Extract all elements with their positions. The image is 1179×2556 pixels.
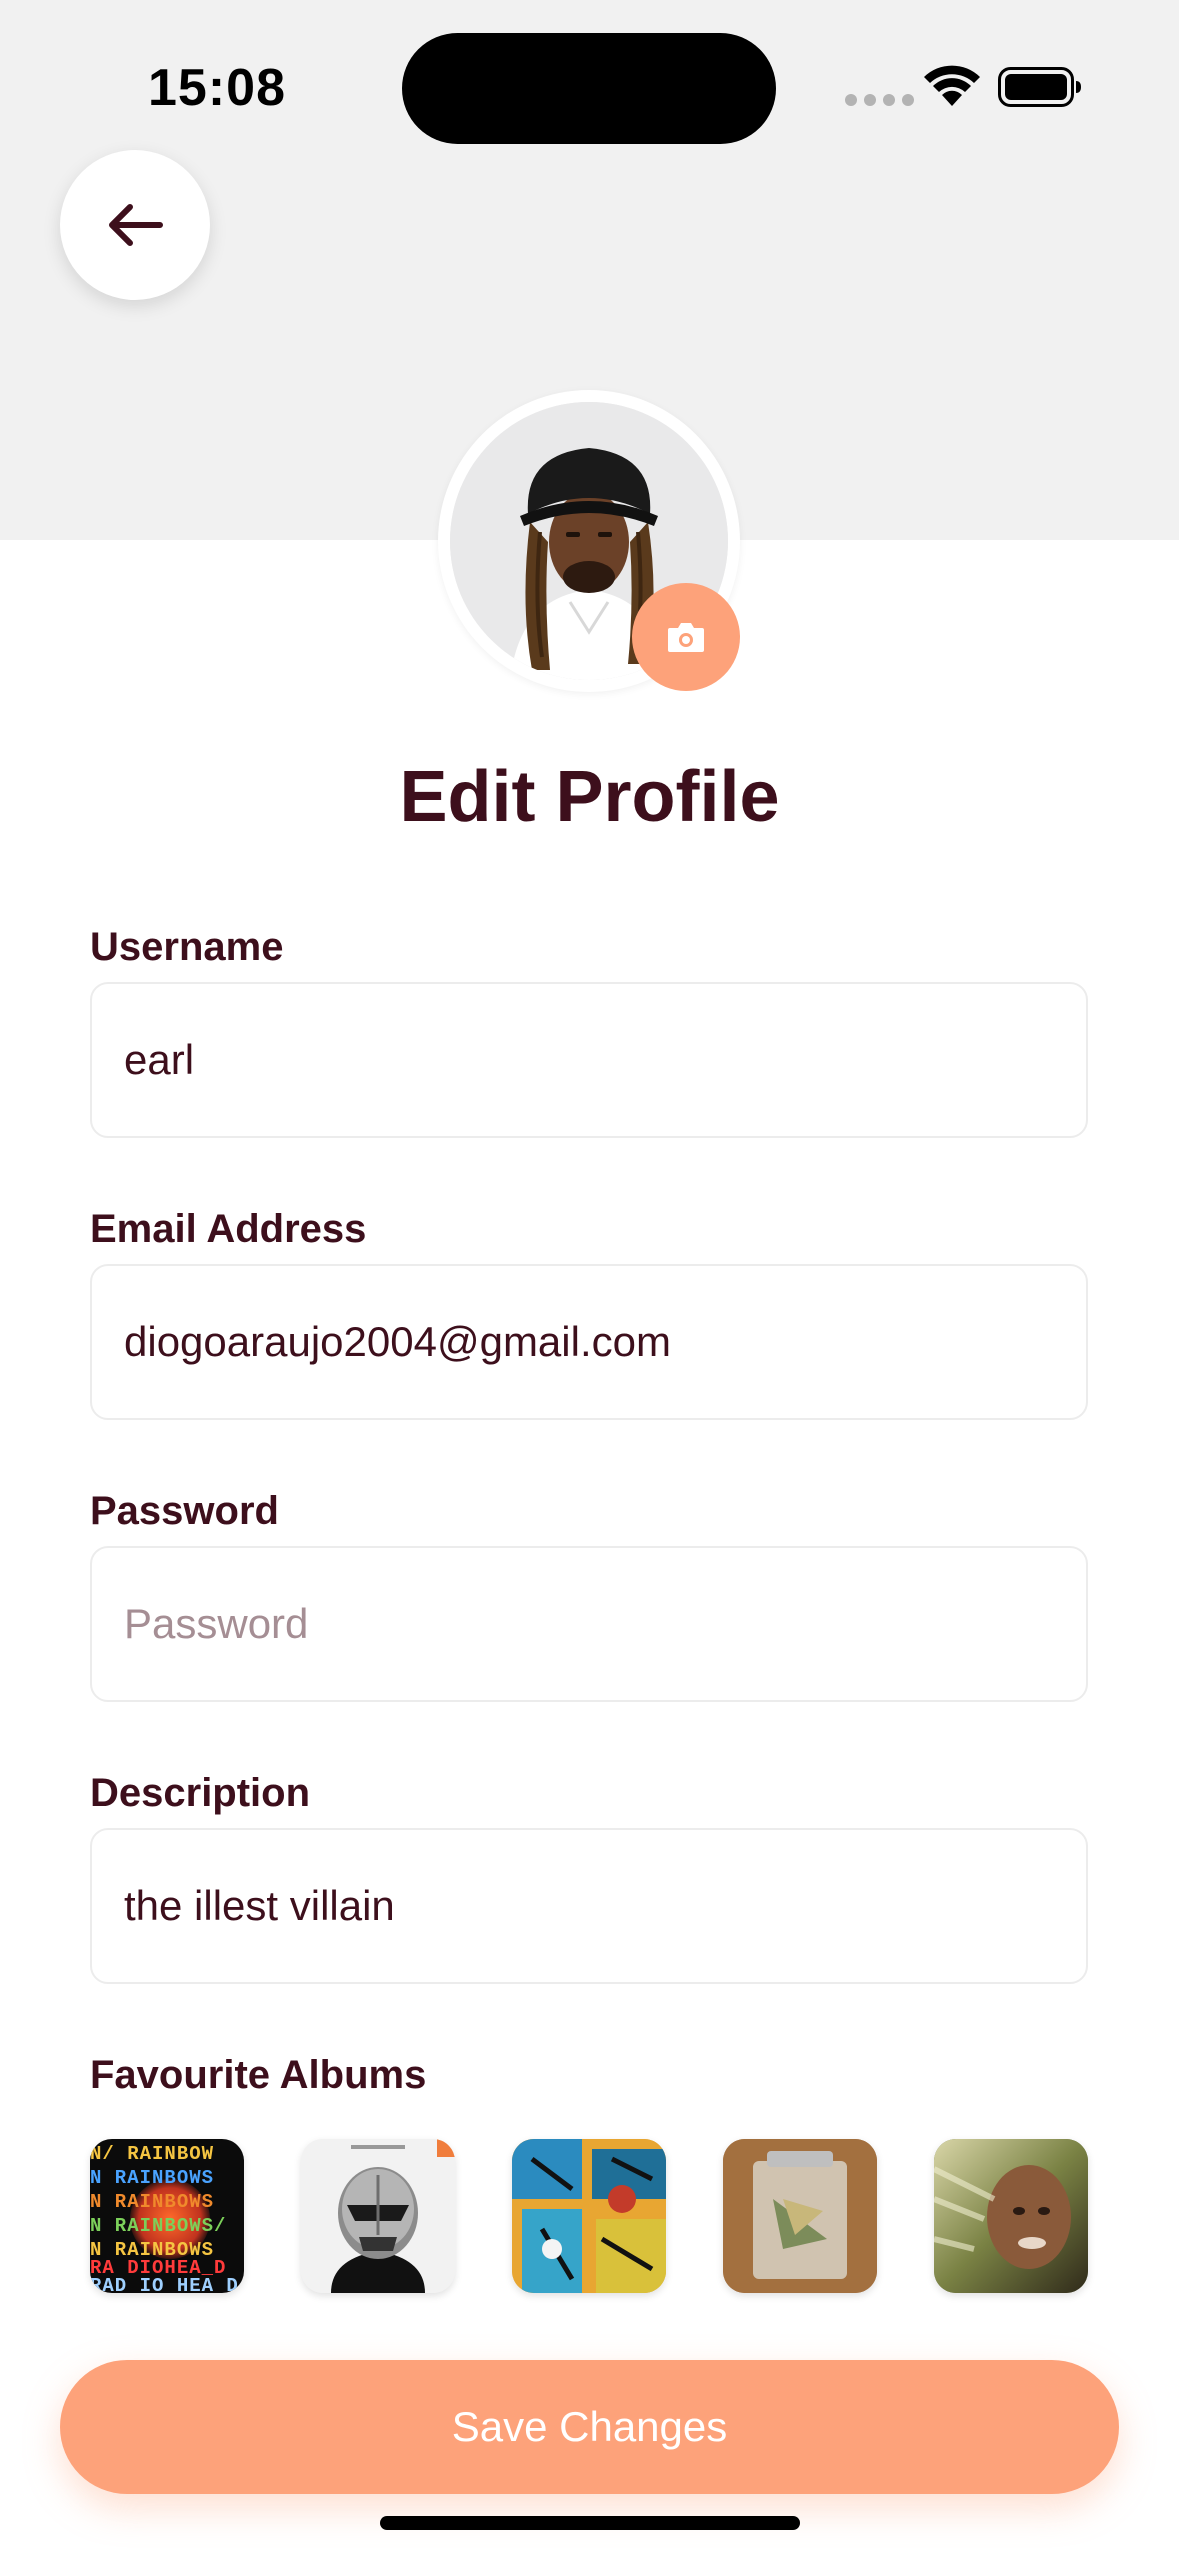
album-cover-1[interactable]: N/ RAINBOW N RAINBOWS N RAINBOWS N RAINB…	[90, 2139, 244, 2293]
album-cover-3[interactable]	[512, 2139, 666, 2293]
album-art-bag	[723, 2139, 877, 2293]
description-label: Description	[90, 1771, 311, 1815]
camera-icon	[668, 623, 704, 652]
favourite-albums-label: Favourite Albums	[90, 2053, 427, 2097]
email-label: Email Address	[90, 1207, 367, 1251]
page-title: Edit Profile	[399, 757, 780, 837]
password-input[interactable]	[92, 1548, 1086, 1700]
description-input[interactable]	[92, 1830, 1086, 1982]
dynamic-island	[402, 33, 776, 144]
description-field[interactable]	[90, 1828, 1088, 1984]
email-field[interactable]	[90, 1264, 1088, 1420]
password-label: Password	[90, 1489, 279, 1533]
battery-icon	[998, 67, 1081, 107]
arrow-left-icon	[109, 204, 163, 246]
username-field[interactable]	[90, 982, 1088, 1138]
password-field[interactable]	[90, 1546, 1088, 1702]
album-cover-2[interactable]	[301, 2139, 455, 2293]
change-photo-button[interactable]	[632, 583, 740, 691]
back-button[interactable]	[60, 150, 210, 300]
username-input[interactable]	[92, 984, 1086, 1136]
save-changes-button[interactable]: Save Changes	[60, 2360, 1119, 2494]
wifi-icon	[924, 65, 980, 106]
username-label: Username	[90, 925, 284, 969]
album-art-mask	[301, 2139, 455, 2293]
favourite-albums-row: N/ RAINBOW N RAINBOWS N RAINBOWS N RAINB…	[90, 2139, 1088, 2293]
album-art-collage	[512, 2139, 666, 2293]
home-indicator	[380, 2516, 800, 2530]
album-cover-4[interactable]	[723, 2139, 877, 2293]
cellular-signal-icon	[845, 94, 914, 106]
status-bar: 15:08	[0, 0, 1179, 160]
status-time: 15:08	[148, 59, 286, 117]
email-input[interactable]	[92, 1266, 1086, 1418]
album-art-blur-face	[934, 2139, 1088, 2293]
album-cover-5[interactable]	[934, 2139, 1088, 2293]
